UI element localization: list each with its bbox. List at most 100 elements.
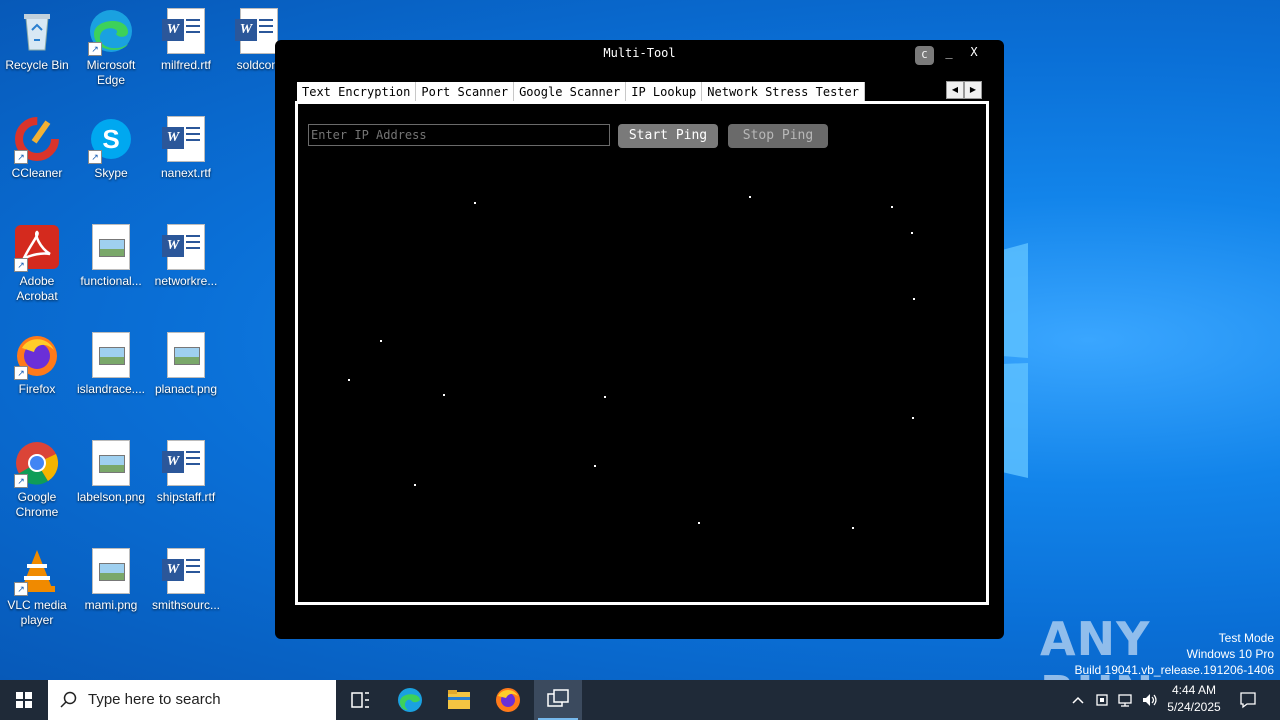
firefox-icon: ↗ <box>14 332 60 380</box>
window-titlebar[interactable]: Multi-Tool C _ X <box>275 40 1004 70</box>
tab-scroll-left-icon[interactable]: ◀ <box>946 81 964 99</box>
image-file-icon <box>88 548 134 594</box>
word-document-icon: W <box>162 440 209 486</box>
clock-date: 5/24/2025 <box>1167 700 1221 714</box>
theme-toggle-button[interactable]: C <box>915 46 934 65</box>
minimize-button[interactable]: _ <box>942 45 956 59</box>
firefox-icon <box>496 688 520 712</box>
edge-icon: ↗ <box>88 8 134 56</box>
desktop-icon-planact[interactable]: planact.png <box>149 328 223 397</box>
show-hidden-icons-chevron-icon[interactable] <box>1070 692 1086 708</box>
desktop-icon-skype[interactable]: S ↗ Skype <box>74 112 148 181</box>
taskbar-search-box[interactable]: Type here to search <box>48 680 336 720</box>
desktop-icon-mami[interactable]: mami.png <box>74 544 148 613</box>
desktop-icon-vlc[interactable]: ↗ VLC media player <box>0 544 74 628</box>
starfield-dot <box>912 417 914 419</box>
search-placeholder: Type here to search <box>88 691 221 708</box>
desktop: Recycle Bin ↗ CCleaner ↗ Adobe Acrobat ↗… <box>0 0 1280 680</box>
file-explorer-icon <box>448 690 470 709</box>
shortcut-arrow-icon: ↗ <box>14 474 28 488</box>
starfield-dot <box>852 527 854 529</box>
word-document-icon: W <box>162 8 209 54</box>
tab-scroll-controls: ◀ ▶ <box>946 81 982 99</box>
vlc-icon: ↗ <box>14 548 60 596</box>
desktop-icon-recycle-bin[interactable]: Recycle Bin <box>0 4 74 73</box>
tab-scroll-right-icon[interactable]: ▶ <box>964 81 982 99</box>
word-document-icon: W <box>162 224 209 270</box>
word-document-icon: W <box>162 116 209 162</box>
taskbar-clock[interactable]: 4:44 AM 5/24/2025 <box>1162 682 1226 716</box>
starfield-dot <box>891 206 893 208</box>
desktop-icon-smithsourc[interactable]: W smithsourc... <box>149 544 223 613</box>
shortcut-arrow-icon: ↗ <box>14 150 28 164</box>
desktop-icon-nanext[interactable]: W nanext.rtf <box>149 112 223 181</box>
stop-ping-button[interactable]: Stop Ping <box>728 124 828 148</box>
desktop-icon-labelson[interactable]: labelson.png <box>74 436 148 505</box>
taskbar: Type here to search 4:44 AM 5/24/2025 <box>0 680 1280 720</box>
tray-app-icon[interactable] <box>1094 692 1110 708</box>
tab-bar: Text Encryption Port Scanner Google Scan… <box>297 82 865 102</box>
desktop-icon-functional[interactable]: functional... <box>74 220 148 289</box>
notification-center-icon[interactable] <box>1238 690 1258 710</box>
desktop-icon-networkre[interactable]: W networkre... <box>149 220 223 289</box>
shortcut-arrow-icon: ↗ <box>14 582 28 596</box>
window-title: Multi-Tool <box>603 46 676 60</box>
starfield-dot <box>604 396 606 398</box>
starfield-dot <box>474 202 476 204</box>
starfield-dot <box>913 298 915 300</box>
image-file-icon <box>88 440 134 486</box>
word-document-icon: W <box>162 548 209 594</box>
multi-tool-window: Multi-Tool C _ X Text Encryption Port Sc… <box>275 40 1004 639</box>
recycle-bin-icon <box>14 8 60 54</box>
tab-port-scanner[interactable]: Port Scanner <box>416 82 515 102</box>
desktop-icon-ccleaner[interactable]: ↗ CCleaner <box>0 112 74 181</box>
tab-network-stress-tester[interactable]: Network Stress Tester <box>702 82 865 102</box>
multi-tool-app-icon <box>547 689 569 707</box>
windows-wallpaper-logo <box>1002 243 1028 478</box>
starfield-dot <box>594 465 596 467</box>
tab-google-scanner[interactable]: Google Scanner <box>514 82 627 102</box>
taskbar-firefox-button[interactable] <box>484 680 532 720</box>
taskbar-file-explorer-button[interactable] <box>435 680 483 720</box>
image-file-icon <box>163 332 209 378</box>
image-file-icon <box>88 332 134 378</box>
network-icon[interactable] <box>1117 692 1135 708</box>
tab-text-encryption[interactable]: Text Encryption <box>297 82 417 102</box>
starfield-dot <box>380 340 382 342</box>
desktop-icon-microsoft-edge[interactable]: ↗ Microsoft Edge <box>74 4 148 88</box>
close-button[interactable]: X <box>967 45 981 59</box>
clock-time: 4:44 AM <box>1171 683 1217 697</box>
tab-ip-lookup[interactable]: IP Lookup <box>626 82 703 102</box>
starfield-dot <box>911 232 913 234</box>
taskbar-edge-button[interactable] <box>386 680 434 720</box>
task-view-button[interactable] <box>336 680 384 720</box>
watermark-line-1: Test Mode <box>1218 631 1274 645</box>
desktop-icon-islandrace[interactable]: islandrace.... <box>74 328 148 397</box>
shortcut-arrow-icon: ↗ <box>14 366 28 380</box>
start-button[interactable] <box>0 680 48 720</box>
desktop-icon-firefox[interactable]: ↗ Firefox <box>0 328 74 397</box>
desktop-icon-google-chrome[interactable]: ↗ Google Chrome <box>0 436 74 520</box>
search-icon <box>60 691 77 708</box>
starfield-dot <box>414 484 416 486</box>
svg-text:S: S <box>102 124 119 154</box>
start-ping-button[interactable]: Start Ping <box>618 124 718 148</box>
volume-icon[interactable] <box>1141 692 1159 708</box>
image-file-icon <box>88 224 134 270</box>
ip-address-input[interactable] <box>308 124 610 146</box>
watermark-line-3: Build 19041.vb_release.191206-1406 <box>1074 663 1275 677</box>
ccleaner-icon: ↗ <box>14 116 60 164</box>
windows-test-mode-watermark: Test Mode Windows 10 Pro Build 19041.vb_… <box>1075 630 1275 678</box>
shortcut-arrow-icon: ↗ <box>88 42 102 56</box>
skype-icon: S ↗ <box>88 116 134 164</box>
desktop-icon-shipstaff[interactable]: W shipstaff.rtf <box>149 436 223 505</box>
acrobat-icon: ↗ <box>14 224 60 272</box>
starfield-dot <box>749 196 751 198</box>
starfield-dot <box>698 522 700 524</box>
chrome-icon: ↗ <box>14 440 60 488</box>
desktop-icon-adobe-acrobat[interactable]: ↗ Adobe Acrobat <box>0 220 74 304</box>
starfield-dot <box>348 379 350 381</box>
taskbar-multi-tool-button[interactable] <box>534 680 582 720</box>
watermark-line-2: Windows 10 Pro <box>1186 647 1274 661</box>
desktop-icon-milfred[interactable]: W milfred.rtf <box>149 4 223 73</box>
